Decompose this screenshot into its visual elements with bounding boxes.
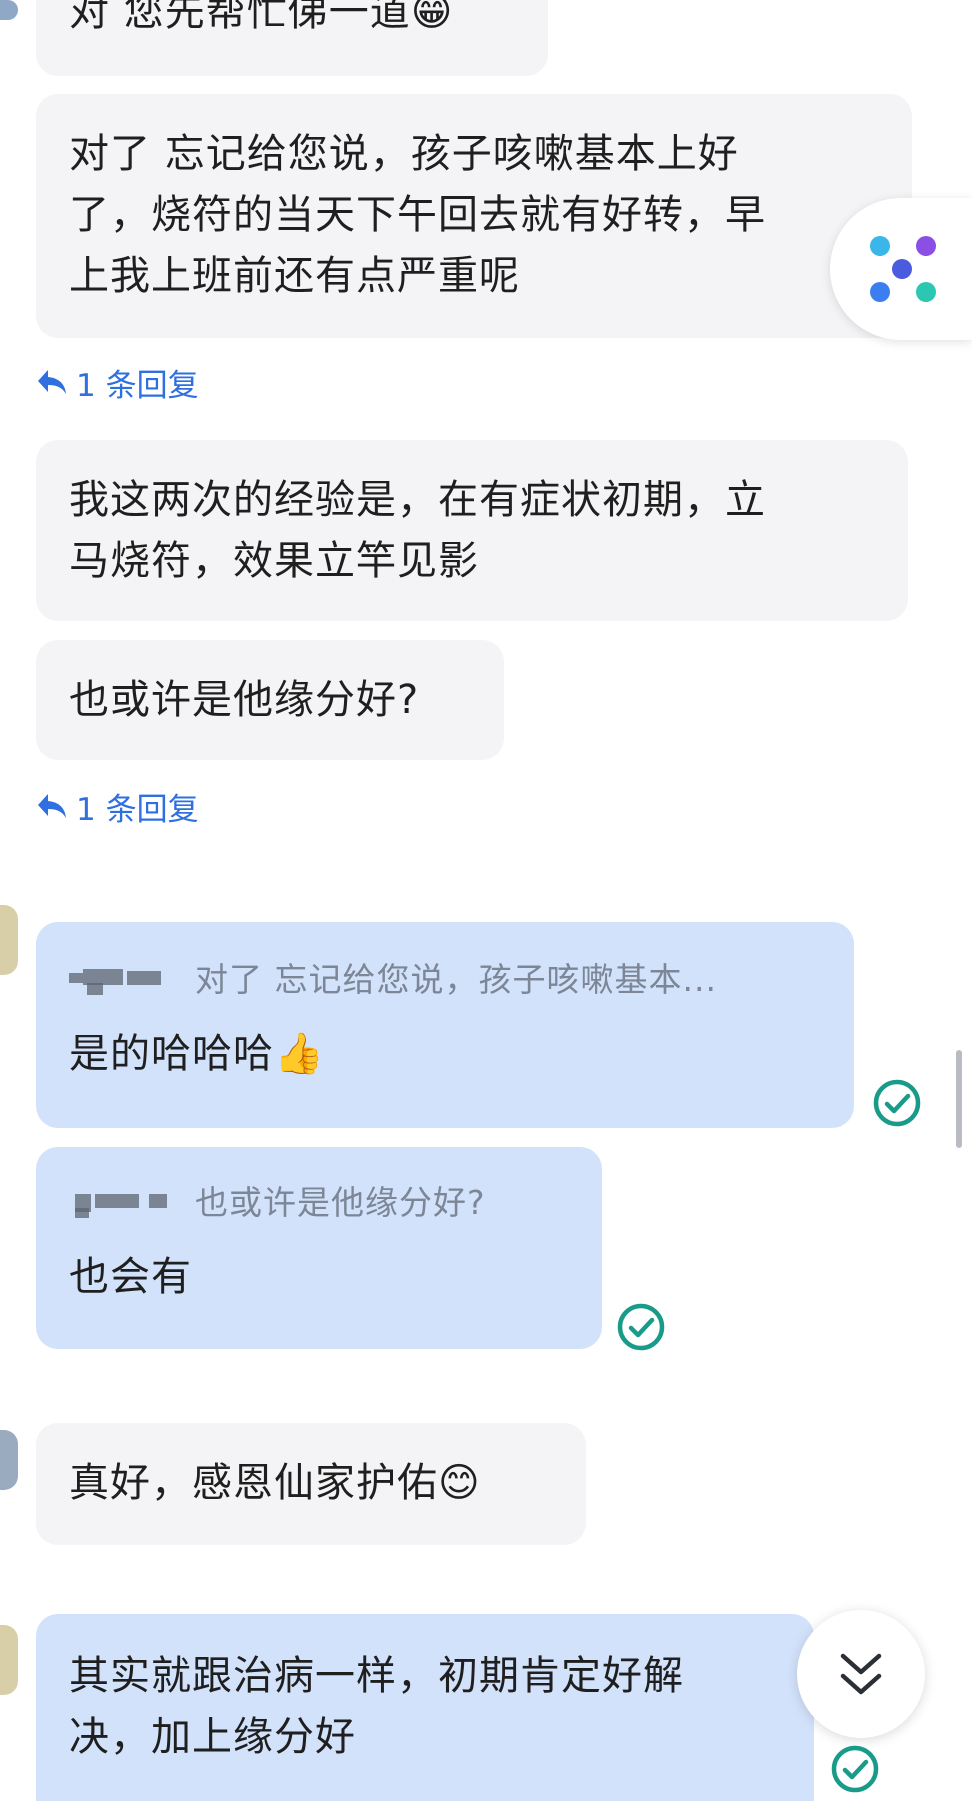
reply-count-link[interactable]: 1 条回复 [36,786,199,828]
message-line: 马烧符，效果立竿见影 [69,538,479,584]
message-bubble[interactable]: 对了 忘记给您说，孩子咳嗽基本... 是的哈哈哈👍 [36,922,854,1128]
message-text: 真好，感恩仙家护佑😊 [69,1460,481,1506]
quoted-text: 对了 忘记给您说，孩子咳嗽基本... [195,960,717,999]
message-bubble[interactable]: 真好，感恩仙家护佑😊 [36,1423,586,1545]
read-check-icon [831,1745,879,1793]
message-line: 其实就跟治病一样，初期肯定好解 [69,1653,684,1699]
message-bubble[interactable]: 也或许是他缘分好? 也会有 [36,1147,602,1349]
quoted-message[interactable]: 对了 忘记给您说，孩子咳嗽基本... [69,958,821,1002]
avatar[interactable] [0,1430,18,1490]
quoted-message[interactable]: 也或许是他缘分好? [69,1181,569,1225]
message-text: 是的哈哈哈👍 [69,1031,325,1077]
reply-arrow-icon [38,370,66,394]
scroll-to-bottom-button[interactable] [797,1610,925,1738]
message-line: 了，烧符的当天下午回去就有好转，早 [69,192,766,238]
avatar[interactable] [0,0,18,20]
message-text: 也会有 [69,1254,192,1300]
app-float-button[interactable] [830,198,972,340]
message-line: 我这两次的经验是，在有症状初期，立 [69,477,766,523]
message-bubble[interactable]: 对了 忘记给您说，孩子咳嗽基本上好 了，烧符的当天下午回去就有好转，早 上我上班… [36,94,912,338]
dots-app-icon [870,236,936,302]
message-line: 上我上班前还有点严重呢 [69,253,520,299]
reply-arrow-icon [38,794,66,818]
message-bubble[interactable]: 其实就跟治病一样，初期肯定好解 决，加上缘分好 [36,1614,814,1801]
blurred-username [69,1188,179,1218]
message-bubble[interactable]: 我这两次的经验是，在有症状初期，立 马烧符，效果立竿见影 [36,440,908,621]
avatar[interactable] [0,1625,18,1695]
message-bubble[interactable]: 对 您先帮忙俤一道😁 [36,0,548,76]
quoted-text: 也或许是他缘分好? [195,1183,486,1222]
reply-count-label: 1 条回复 [76,791,199,828]
scrollbar-thumb[interactable] [956,1050,962,1148]
read-check-icon [617,1303,665,1351]
message-text: 也或许是他缘分好? [69,677,420,723]
avatar[interactable] [0,905,18,975]
read-check-icon [873,1079,921,1127]
message-line: 对了 忘记给您说，孩子咳嗽基本上好 [69,131,739,177]
message-line: 决，加上缘分好 [69,1714,356,1760]
blurred-username [69,965,179,995]
reply-count-label: 1 条回复 [76,367,199,404]
reply-count-link[interactable]: 1 条回复 [36,362,199,404]
message-bubble[interactable]: 也或许是他缘分好? [36,640,504,760]
double-chevron-down-icon [840,1653,882,1695]
message-text: 对 您先帮忙俤一道😁 [69,0,454,35]
